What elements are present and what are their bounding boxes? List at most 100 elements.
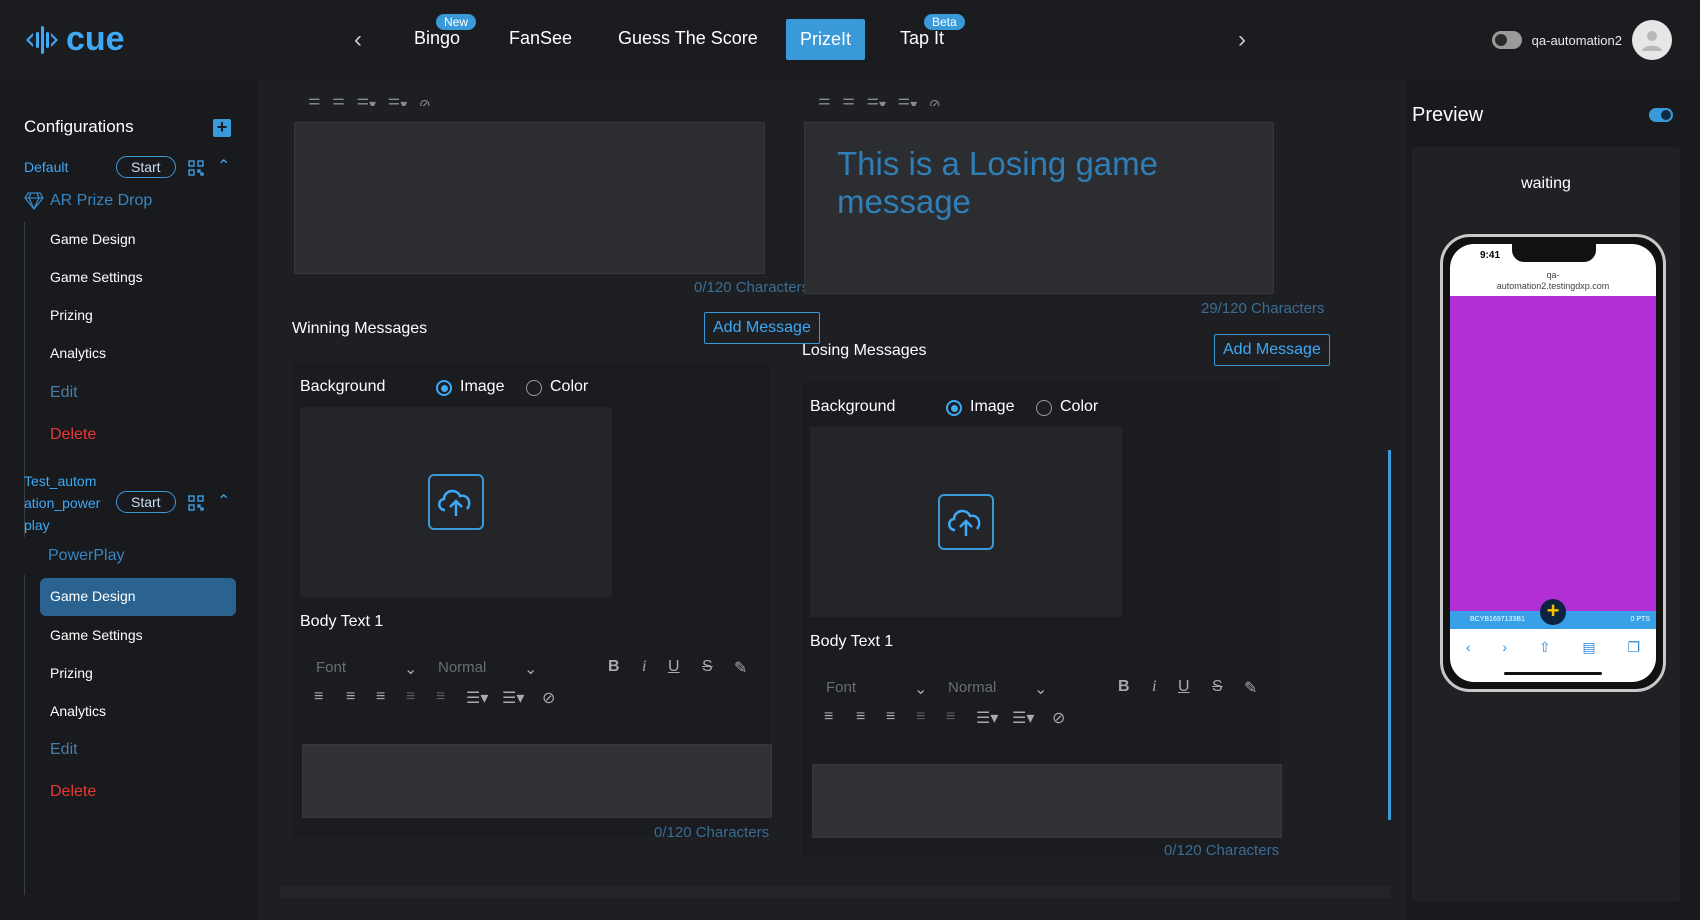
menu-delete[interactable]: Delete [50,426,96,444]
align-left-icon[interactable]: ≡ [824,708,833,726]
chevron-down-icon: ⌄ [404,661,418,678]
size-select[interactable]: Normal [948,679,996,696]
align-right-icon[interactable]: ≡ [376,688,385,706]
editor-toolbar-partial: ☰ ☰ ☰▾ ☰▾ ⊘ [308,96,431,106]
align-center-icon[interactable]: ≡ [346,688,355,706]
cue-logo[interactable]: cue [24,20,125,59]
vertical-scrollbar[interactable] [1388,450,1391,820]
menu-edit[interactable]: Edit [50,741,78,759]
chevron-down-icon: ⌄ [524,661,538,678]
align-left-icon[interactable]: ≡ [314,688,323,706]
tabs-prev-arrow[interactable]: ‹ [345,26,371,54]
losing-messages-title: Losing Messages [802,342,927,359]
font-select[interactable]: Font [826,679,856,696]
underline-icon[interactable]: U [1178,678,1190,696]
italic-icon[interactable]: i [1152,678,1156,696]
char-count: 0/120 Characters [1164,842,1280,859]
avatar[interactable] [1632,20,1672,60]
theme-toggle[interactable] [1491,31,1522,49]
sidebar: Configurations + Default Start ⌃ AR Priz… [0,80,258,920]
body-text-title: Body Text 1 [810,633,894,650]
tab-label: Bingo [414,28,461,48]
outdent-icon[interactable]: ≡ [406,688,415,706]
body-text-editor[interactable] [302,744,772,818]
menu-prizing[interactable]: Prizing [50,665,93,681]
menu-analytics[interactable]: Analytics [50,345,106,361]
indent-icon[interactable]: ≡ [436,688,445,706]
user-icon [1642,31,1662,51]
message-editor[interactable] [294,122,765,274]
tabs-next-arrow[interactable]: › [1229,26,1255,54]
image-upload-area[interactable] [300,407,612,597]
start-button[interactable]: Start [116,491,176,513]
message-editor[interactable]: This is a Losing game message [804,122,1274,294]
char-count: 0/120 Characters [654,824,770,841]
tab-fansee[interactable]: FanSee [509,28,572,49]
add-configuration-button[interactable]: + [213,118,231,137]
add-winning-message-button[interactable]: Add Message [704,312,820,344]
tab-guess-the-score[interactable]: Guess The Score [618,28,758,49]
body-text-editor[interactable] [812,764,1282,838]
config-name-line: ation_power [24,495,101,511]
upload-cloud-icon[interactable] [938,494,994,550]
size-select[interactable]: Normal [438,659,486,676]
clear-format-icon[interactable]: ⊘ [1052,708,1065,728]
config-name-default[interactable]: Default [24,156,68,178]
bullet-list-icon[interactable]: ☰▾ [1012,708,1034,728]
bold-icon[interactable]: B [1118,678,1130,696]
preview-title: Preview [1412,104,1484,126]
qr-code-icon[interactable] [188,160,204,176]
clear-format-icon[interactable]: ⊘ [542,688,555,708]
char-count: 29/120 Characters [1201,300,1325,317]
strikethrough-icon[interactable]: S [702,658,713,676]
menu-edit[interactable]: Edit [50,384,78,402]
config-name-test-automation-powerplay[interactable]: Test_autom ation_power play [24,470,100,536]
upload-cloud-icon[interactable] [428,474,484,530]
outdent-icon[interactable]: ≡ [916,708,925,726]
phone-browser-nav: ‹ › ⇧ ▤ ❐ [1450,632,1656,662]
game-type-ar-prize-drop: AR Prize Drop [24,192,152,210]
add-losing-message-button[interactable]: Add Message [1214,334,1330,366]
menu-analytics[interactable]: Analytics [50,703,106,719]
ordered-list-icon[interactable]: ☰▾ [466,688,488,708]
menu-game-settings[interactable]: Game Settings [50,269,143,285]
menu-game-design-selected[interactable]: Game Design [40,578,236,616]
phone-code: BCYB1697133B1 [1470,616,1525,623]
align-right-icon[interactable]: ≡ [886,708,895,726]
tab-label: Tap It [900,28,945,48]
strikethrough-icon[interactable]: S [1212,678,1223,696]
menu-prizing[interactable]: Prizing [50,307,93,323]
tab-tap-it[interactable]: Tap It [900,28,944,49]
image-radio[interactable] [436,380,452,396]
italic-icon[interactable]: i [642,658,646,676]
char-count: 0/120 Characters [694,279,810,296]
bold-icon[interactable]: B [608,658,620,676]
highlight-icon[interactable]: ✎ [734,658,747,678]
user-area: qa-automation2 [1491,20,1672,60]
tab-prizeit[interactable]: PrizeIt [786,19,866,60]
image-radio[interactable] [946,400,962,416]
color-radio[interactable] [526,380,542,396]
bullet-list-icon[interactable]: ☰▾ [502,688,524,708]
menu-game-design[interactable]: Game Design [50,231,136,247]
qr-code-icon[interactable] [188,495,204,511]
color-radio[interactable] [1036,400,1052,416]
collapse-chevron-icon[interactable]: ⌃ [217,491,230,511]
menu-delete[interactable]: Delete [50,783,96,801]
start-button[interactable]: Start [116,156,176,178]
horizontal-scrollbar[interactable] [280,886,1390,898]
editor-toolbar-partial: ☰ ☰ ☰▾ ☰▾ ⊘ [818,96,941,106]
background-label: Background [810,398,896,415]
image-upload-area[interactable] [810,427,1122,617]
collapse-chevron-icon[interactable]: ⌃ [217,156,230,176]
underline-icon[interactable]: U [668,658,680,676]
align-center-icon[interactable]: ≡ [856,708,865,726]
ordered-list-icon[interactable]: ☰▾ [976,708,998,728]
font-select[interactable]: Font [316,659,346,676]
preview-toggle[interactable] [1649,108,1673,122]
tab-bingo[interactable]: Bingo [414,28,460,49]
game-type-label: PowerPlay [48,547,125,564]
indent-icon[interactable]: ≡ [946,708,955,726]
menu-game-settings[interactable]: Game Settings [50,627,143,643]
highlight-icon[interactable]: ✎ [1244,678,1257,698]
